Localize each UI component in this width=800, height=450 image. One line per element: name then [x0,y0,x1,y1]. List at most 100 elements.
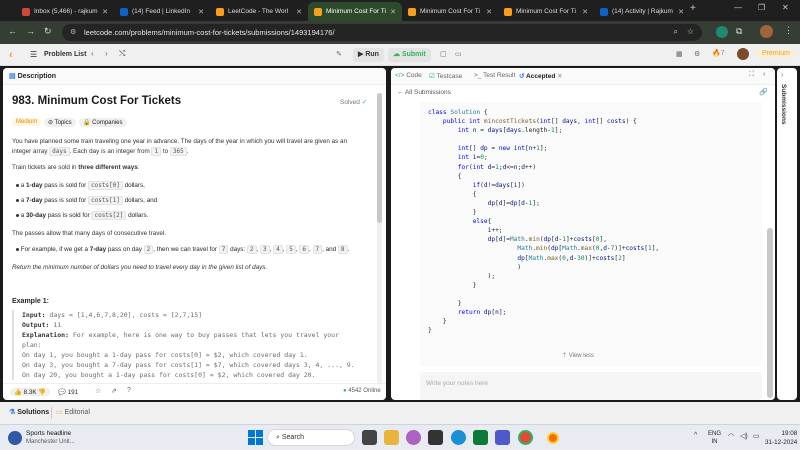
back-icon[interactable]: ← [8,26,17,36]
close-icon[interactable]: ✕ [678,8,684,16]
language-indicator[interactable]: ENG IN [708,430,721,446]
tab-description[interactable]: ▤ Description [9,72,56,80]
collapse-panel-icon[interactable]: ‹ [763,71,765,78]
scrollbar-track[interactable] [377,93,382,383]
close-icon[interactable]: ✕ [557,73,562,80]
user-avatar[interactable] [737,48,749,60]
volume-icon[interactable]: ◁) [740,432,748,440]
star-icon[interactable]: ☆ [95,387,101,395]
comments-button[interactable]: 💬 191 [58,388,78,396]
solutions-label: Solutions [17,409,50,416]
taskbar-search-box[interactable]: ⌕ Search [267,429,355,446]
premium-button[interactable]: Premium [757,49,796,58]
problem-list-link[interactable]: Problem List [44,51,86,58]
maximize-icon[interactable]: ❐ [758,3,765,12]
wifi-icon[interactable]: ◠ [728,432,734,440]
browser-tab[interactable]: (14) Activity | Rajkum ✕ [594,2,690,21]
tab-accepted[interactable]: ↺ Accepted ✕ [519,72,563,80]
scrollbar-thumb[interactable] [767,228,773,398]
all-submissions-link[interactable]: ← All Submissions [397,89,451,96]
close-icon[interactable]: ✕ [296,8,302,16]
submit-button[interactable]: ☁ Submit [388,48,431,62]
site-info-icon[interactable]: ⚙ [70,28,76,36]
side-tab-submissions[interactable]: Submissions [780,84,787,124]
tab-test-result[interactable]: >_ Test Result [474,72,515,79]
tab-test-result-label: Test Result [483,72,516,79]
tab-code[interactable]: </> Code [395,72,422,79]
scrollbar-thumb[interactable] [377,93,382,223]
problem-list-icon[interactable]: ☰ [30,50,37,59]
battery-icon[interactable]: ▭ [753,432,760,440]
code-panel: </> Code ☑ Testcase >_ Test Result ↺ Acc… [391,68,775,400]
expand-icon[interactable]: › [781,72,783,79]
solved-indicator: Solved ✓ [340,98,367,106]
next-problem-icon[interactable]: › [105,49,108,58]
help-icon[interactable]: ? [127,387,131,394]
streak-fire-icon[interactable]: 🔥7 [712,49,725,57]
topics-tag[interactable]: ⊘ Topics [44,118,76,127]
tray-chevron-icon[interactable]: ^ [694,432,697,439]
store-icon[interactable] [428,430,443,445]
tab-testcase[interactable]: ☑ Testcase [429,72,462,80]
lock-icon: 🔒 [83,120,91,126]
maximize-panel-icon[interactable]: ⛶ [749,71,754,79]
browser-tab[interactable]: Minimum Cost For Ti ✕ [402,2,498,21]
notes-input[interactable]: Write your notes here [420,372,762,400]
close-icon[interactable]: ✕ [582,8,588,16]
teams-icon[interactable] [495,430,510,445]
chat-icon[interactable]: ▭ [455,50,462,58]
profile-avatar[interactable] [760,25,773,38]
language-line-2: IN [711,439,718,445]
close-icon[interactable]: ✕ [102,8,108,16]
new-tab-icon[interactable]: + [690,3,696,14]
url-bar[interactable]: ⚙ leetcode.com/problems/minimum-cost-for… [62,24,702,41]
settings-gear-icon[interactable]: ⚙ [694,50,700,58]
chrome-profile-icon[interactable] [547,432,559,444]
copilot-icon[interactable] [406,430,421,445]
close-icon[interactable]: ✕ [486,8,492,16]
search-icon[interactable]: ⌕ [674,27,678,37]
browser-tab[interactable]: (14) Feed | LinkedIn ✕ [114,2,210,21]
task-view-icon[interactable] [362,430,377,445]
tab-editorial[interactable]: ▭ Editorial [56,408,90,416]
extension-icon[interactable] [716,26,728,38]
browser-tab[interactable]: Minimum Cost For Ti ✕ [498,2,594,21]
news-headline[interactable]: Sports headline [26,430,71,437]
bottom-tab-bar: ⚗ Solutions ▭ Editorial [0,402,800,424]
companies-tag[interactable]: 🔒 Companies [79,118,127,127]
excel-icon[interactable] [473,430,488,445]
window-close-icon[interactable]: ✕ [782,3,789,12]
extensions-puzzle-icon[interactable]: ⧉ [736,26,742,37]
link-icon[interactable]: 🔗 [759,88,768,96]
reload-icon[interactable]: ↻ [44,26,52,37]
prev-problem-icon[interactable]: ‹ [91,49,94,58]
leetcode-logo-icon[interactable]: ‹ [9,49,19,61]
windows-start-icon[interactable] [248,430,263,445]
difficulty-badge: Medium [12,118,42,126]
close-icon[interactable]: ✕ [198,8,204,16]
shuffle-icon[interactable]: ⤭ [119,49,125,59]
edge-icon[interactable] [451,430,466,445]
browser-tab[interactable]: LeetCode - The Worl ✕ [210,2,308,21]
like-button[interactable]: 👍 8.3K 👎 [10,388,51,396]
debug-icon[interactable]: ✎ [336,50,342,58]
run-button[interactable]: ▶ Run [353,48,384,62]
view-less-button[interactable]: ⇡ View less [562,352,594,359]
minimize-icon[interactable]: — [734,3,742,12]
clock[interactable]: 19:08 31-12-2024 [765,429,797,447]
layout-icon[interactable]: ▦ [676,50,683,58]
browser-tab-active[interactable]: Minimum Cost For Ti ✕ [308,2,402,21]
bookmark-star-icon[interactable]: ☆ [687,27,694,36]
weather-news-icon[interactable] [8,431,22,445]
file-explorer-icon[interactable] [384,430,399,445]
forward-icon[interactable]: → [26,26,35,36]
chrome-icon[interactable] [518,430,533,445]
close-icon[interactable]: ✕ [390,8,396,16]
arrow-left-icon: ← [397,89,404,96]
browser-menu-icon[interactable]: ⋮ [784,25,793,36]
text: dollars, [122,182,145,189]
share-icon[interactable]: ⇗ [111,387,117,395]
browser-tab[interactable]: Inbox (5,466) - rajkum ✕ [16,2,114,21]
tab-solutions[interactable]: ⚗ Solutions [9,408,49,416]
note-icon[interactable]: ▢ [440,50,447,58]
